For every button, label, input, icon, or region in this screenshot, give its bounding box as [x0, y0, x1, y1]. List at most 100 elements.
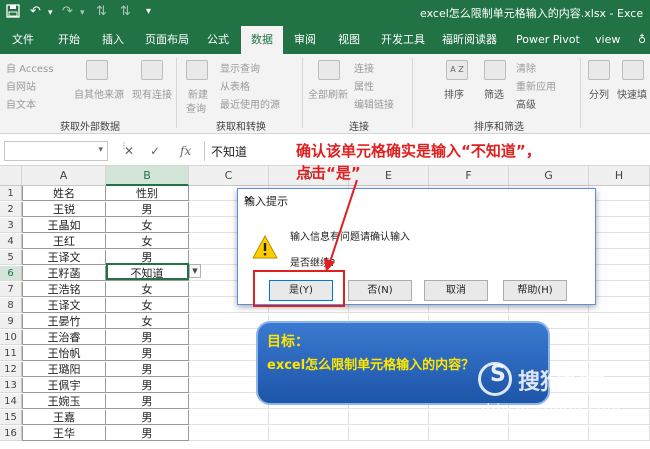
cell-gender[interactable]: 女: [106, 314, 189, 329]
sort-desc-icon[interactable]: ⇅: [120, 4, 131, 19]
empty-cell[interactable]: [429, 426, 509, 441]
undo-dropdown-icon[interactable]: ▾: [48, 8, 53, 18]
empty-cell[interactable]: [189, 426, 269, 441]
row-header[interactable]: 12: [0, 362, 22, 377]
tab-insert[interactable]: 插入: [98, 26, 128, 54]
cell-gender[interactable]: 男: [106, 426, 189, 441]
row-header[interactable]: 16: [0, 426, 22, 441]
empty-cell[interactable]: [589, 186, 650, 201]
empty-cell[interactable]: [509, 426, 589, 441]
column-header-h[interactable]: H: [589, 166, 650, 186]
row-header[interactable]: 1: [0, 186, 22, 201]
sort-az-icon[interactable]: A Z: [446, 60, 468, 80]
empty-cell[interactable]: [589, 282, 650, 297]
empty-cell[interactable]: [349, 410, 429, 425]
column-header-e[interactable]: E: [349, 166, 429, 186]
column-header-b[interactable]: B: [106, 166, 189, 186]
tab-review[interactable]: 审阅: [290, 26, 320, 54]
empty-cell[interactable]: [589, 330, 650, 345]
save-icon[interactable]: [6, 4, 20, 22]
close-icon[interactable]: ✕: [244, 193, 589, 206]
cell-gender[interactable]: 男: [106, 378, 189, 393]
cell-name[interactable]: 王锐: [22, 202, 106, 217]
show-queries-button[interactable]: 显示查询: [220, 60, 260, 75]
sort-button[interactable]: 排序: [444, 86, 464, 101]
cancel-icon[interactable]: ✕: [124, 144, 134, 158]
row-header[interactable]: 10: [0, 330, 22, 345]
cell-name[interactable]: 王嘉: [22, 410, 106, 425]
existing-connections-button[interactable]: 现有连接: [132, 86, 172, 101]
row-header[interactable]: 15: [0, 410, 22, 425]
from-text-button[interactable]: 自文本: [6, 96, 36, 111]
cell-gender[interactable]: 男: [106, 394, 189, 409]
tab-foxit-reader[interactable]: 福昕阅读器: [438, 26, 501, 54]
cancel-button[interactable]: 取消: [424, 280, 488, 301]
name-box[interactable]: ▾: [4, 141, 108, 161]
lightbulb-icon[interactable]: ♁: [634, 26, 650, 54]
redo-dropdown-icon[interactable]: ▾: [80, 8, 85, 18]
empty-cell[interactable]: [349, 426, 429, 441]
empty-cell[interactable]: [189, 314, 269, 329]
refresh-all-button[interactable]: 全部刷新: [308, 86, 348, 101]
empty-cell[interactable]: [269, 426, 349, 441]
column-header-f[interactable]: F: [429, 166, 509, 186]
row-header[interactable]: 9: [0, 314, 22, 329]
cell-gender[interactable]: 女: [106, 234, 189, 249]
cell-name[interactable]: 王译文: [22, 250, 106, 265]
connections-button[interactable]: 连接: [354, 60, 374, 75]
tab-file[interactable]: 文件: [8, 26, 38, 54]
cell-name[interactable]: 王浩铭: [22, 282, 106, 297]
row-header[interactable]: 13: [0, 378, 22, 393]
empty-cell[interactable]: [589, 234, 650, 249]
empty-cell[interactable]: [269, 410, 349, 425]
row-header[interactable]: 11: [0, 346, 22, 361]
undo-icon[interactable]: ↶: [30, 4, 41, 19]
customize-toolbar-icon[interactable]: ▾: [146, 6, 151, 17]
flash-fill-button[interactable]: 快速填: [617, 86, 647, 101]
column-header-a[interactable]: A: [22, 166, 106, 186]
empty-cell[interactable]: [589, 250, 650, 265]
tab-power-pivot[interactable]: Power Pivot: [512, 26, 584, 54]
empty-cell[interactable]: [589, 298, 650, 313]
row-header[interactable]: 2: [0, 202, 22, 217]
tab-view[interactable]: 视图: [334, 26, 364, 54]
clear-button[interactable]: 清除: [516, 60, 536, 75]
redo-icon[interactable]: ↷: [62, 4, 73, 19]
tab-formulas[interactable]: 公式: [203, 26, 233, 54]
filter-button[interactable]: 筛选: [484, 86, 504, 101]
tab-view-en[interactable]: view: [591, 26, 624, 54]
cell-gender[interactable]: 女: [106, 298, 189, 313]
tab-home[interactable]: 开始: [54, 26, 84, 54]
empty-cell[interactable]: [589, 426, 650, 441]
tab-developer[interactable]: 开发工具: [377, 26, 429, 54]
cell-name[interactable]: 姓名: [22, 186, 106, 201]
insert-function-icon[interactable]: fx: [180, 144, 191, 158]
from-table-button[interactable]: 从表格: [220, 78, 250, 93]
cell-name[interactable]: 王璐阳: [22, 362, 106, 377]
cell-gender[interactable]: 女: [106, 282, 189, 297]
properties-button[interactable]: 属性: [354, 78, 374, 93]
cell-name[interactable]: 王红: [22, 234, 106, 249]
cell-name[interactable]: 王晶如: [22, 218, 106, 233]
row-header[interactable]: 14: [0, 394, 22, 409]
cell-gender[interactable]: 男: [106, 330, 189, 345]
row-header[interactable]: 4: [0, 234, 22, 249]
cell-gender[interactable]: 性别: [106, 186, 189, 201]
confirm-icon[interactable]: ✓: [150, 144, 160, 158]
cell-gender[interactable]: 男: [106, 202, 189, 217]
edit-links-button[interactable]: 编辑链接: [354, 96, 394, 111]
row-header[interactable]: 6: [0, 266, 22, 281]
empty-cell[interactable]: [589, 314, 650, 329]
cell-name[interactable]: 王婉玉: [22, 394, 106, 409]
advanced-button[interactable]: 高级: [516, 96, 536, 111]
empty-cell[interactable]: [589, 266, 650, 281]
cell-name[interactable]: 王籽菡: [22, 266, 106, 281]
new-query-label-2[interactable]: 查询: [186, 100, 206, 115]
cell-gender[interactable]: 男: [106, 346, 189, 361]
from-access-button[interactable]: 自 Access: [6, 60, 53, 75]
help-button[interactable]: 帮助(H): [503, 280, 567, 301]
from-web-button[interactable]: 自网站: [6, 78, 36, 93]
cell-name[interactable]: 王佩宇: [22, 378, 106, 393]
row-header[interactable]: 3: [0, 218, 22, 233]
cell-name[interactable]: 王译文: [22, 298, 106, 313]
